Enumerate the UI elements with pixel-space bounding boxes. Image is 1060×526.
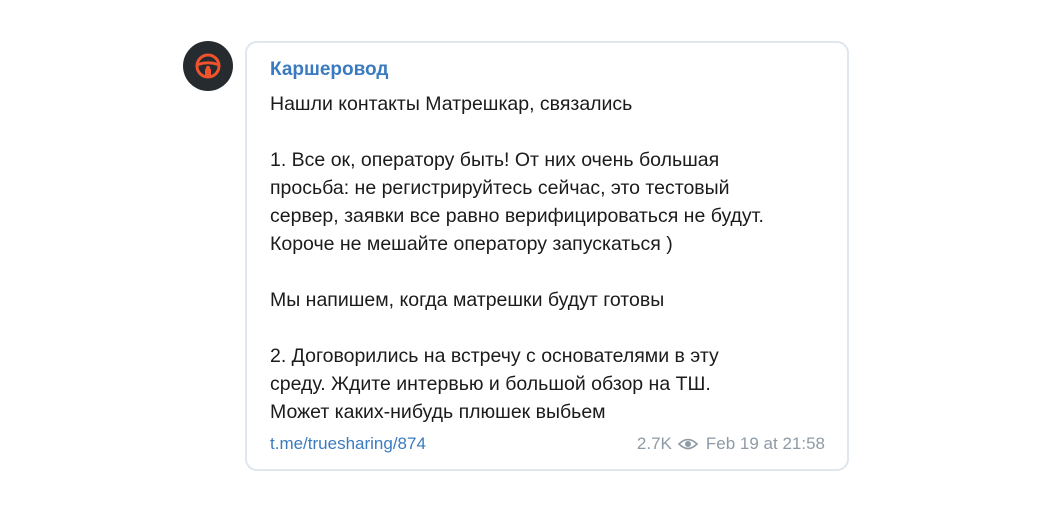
- message-footer: t.me/truesharing/874 2.7K Feb 19 at 21:5…: [270, 432, 825, 456]
- text-line: 1. Все ок, оператору быть! От них очень …: [270, 149, 720, 171]
- text-line: Нашли контакты Матрешкар, связались: [270, 93, 633, 115]
- text-line: 2. Договорились на встречу с основателям…: [270, 345, 719, 367]
- steering-wheel-icon: [194, 52, 222, 80]
- text-line: Короче не мешайте оператору запускаться …: [270, 233, 673, 255]
- text-line: просьба: не регистрируйтесь сейчас, это …: [270, 177, 730, 199]
- message-bubble: Каршеровод Нашли контакты Матрешкар, свя…: [245, 41, 849, 471]
- message-meta: 2.7K Feb 19 at 21:58: [637, 434, 825, 454]
- view-count: 2.7K: [636, 434, 672, 453]
- message-text: Нашли контакты Матрешкар, связались 1. Вс…: [270, 90, 840, 426]
- text-line: Может каких-нибудь плюшек выбьем: [270, 401, 606, 423]
- author-name[interactable]: Каршеровод: [270, 59, 388, 81]
- text-line: Мы напишем, когда матрешки будут готовы: [270, 289, 665, 311]
- text-line: среду. Ждите интервью и большой обзор на…: [270, 373, 711, 395]
- message-timestamp: Feb 19 at 21:58: [705, 434, 825, 453]
- eye-icon: [677, 437, 698, 451]
- text-line: сервер, заявки все равно верифицироватьс…: [270, 205, 764, 227]
- post-link[interactable]: t.me/truesharing/874: [270, 434, 426, 454]
- channel-avatar[interactable]: [183, 41, 233, 91]
